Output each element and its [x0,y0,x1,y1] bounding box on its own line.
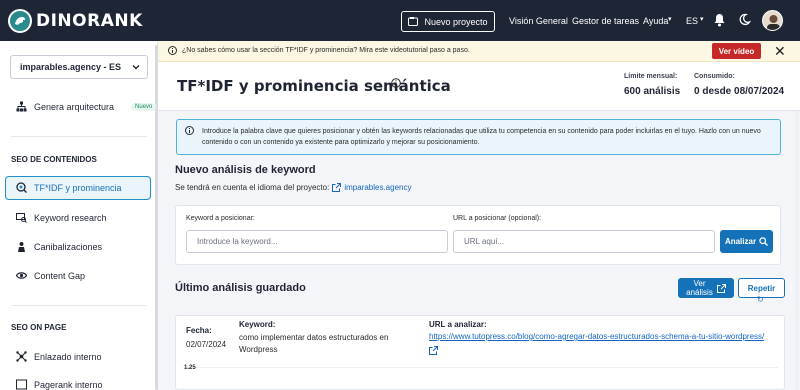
chart-tick-label: 1.25 [184,365,196,371]
url-result-label: URL a analizar: [429,320,487,329]
sidebar-item-label: Canibalizaciones [34,241,103,252]
usage-label: Consumido: [694,73,735,80]
usage-value: 0 desde 08/07/2024 [694,86,785,97]
external-link-icon [716,283,726,293]
limit-value: 600 análisis [624,86,681,97]
nav-ayuda[interactable]: Ayuda [643,16,668,26]
refresh-icon: ↻ [757,295,764,304]
nav-vision-general[interactable]: Visión General [509,16,568,26]
analyzed-url-link[interactable]: https://www.tutopress.co/blog/como-agreg… [429,332,764,341]
notification-bell-icon[interactable] [713,13,726,29]
sidebar-item-canibalizaciones[interactable]: Canibalizaciones [16,241,102,252]
pagerank-icon [16,379,27,390]
external-link-icon [332,183,342,192]
analyze-button[interactable]: Analizar [720,230,773,253]
new-analysis-heading: Nuevo análisis de keyword [175,164,316,176]
tutorial-banner: ¿No sabes cómo usar la sección TF*IDF y … [158,41,800,62]
new-project-button[interactable]: Nuevo proyecto [401,11,495,32]
network-icon [16,351,27,362]
sitemap-icon [16,101,27,112]
logo[interactable]: DINORANK [8,8,143,33]
info-alert: Introduce la palabra clave que quieres p… [176,119,781,155]
search-icon [759,237,769,246]
view-analysis-label-line1: Ver [693,279,706,288]
top-navbar: DINORANK [0,0,800,41]
sidebar-item-label: Genera arquitectura [34,101,115,112]
url-label: URL a posicionar (opcional): [453,215,542,222]
sidebar-divider [11,305,147,306]
page-title: TF*IDF y prominencia semántica [177,77,451,95]
tfidf-magnifier-icon [16,182,27,193]
keyword-result-value-line1: como implementar datos estructurados en [239,333,389,342]
sidebar-item-keyword-research[interactable]: Keyword research [16,212,107,223]
sidebar-item-label: Enlazado interno [34,351,102,362]
eye-icon [16,272,27,279]
ayuda-chevron-icon[interactable]: ▾ [668,15,672,23]
sidebar-item-genera-arquitectura[interactable]: Genera arquitectura Nuevo [16,101,157,112]
chart-gridline [183,367,778,368]
alert-text: Introduce la palabra clave que quieres p… [202,128,761,146]
main-scrollbar[interactable] [795,111,799,390]
dark-mode-moon-icon[interactable] [738,13,752,28]
user-avatar[interactable] [762,10,783,31]
keyword-result-value-line2: Wordpress [239,345,278,354]
sidebar-item-enlazado-interno[interactable]: Enlazado interno [16,351,102,362]
info-circle-icon [185,126,194,137]
new-project-label: Nuevo proyecto [424,16,488,27]
sidebar-item-label: Content Gap [34,270,86,281]
project-domain-link[interactable]: imparables.agency [344,183,411,192]
project-select[interactable]: imparables.agency - ES [10,55,148,79]
view-analysis-label: Ver análisis [686,279,713,297]
sidebar-item-content-gap[interactable]: Content Gap [16,270,85,281]
banner-text: ¿No sabes cómo usar la sección TF*IDF y … [182,47,470,54]
chevron-down-icon [131,62,141,74]
keyword-result-label: Keyword: [239,320,276,329]
sidebar-item-label: Pagerank interno [34,379,103,390]
last-analysis-heading: Último análisis guardado [175,282,306,294]
repeat-label: Repetir [747,283,776,293]
watch-video-button[interactable]: Ver vídeo [712,43,761,59]
sidebar-section-seo-contenidos: SEO DE CONTENIDOS [11,155,97,164]
info-circle-icon[interactable] [391,78,401,90]
language-select[interactable]: ES [686,16,698,26]
limit-label: Límite mensual: [624,73,678,80]
sidebar-item-tfidf[interactable]: TF*IDF y prominencia [16,182,122,193]
nav-gestor-tareas[interactable]: Gestor de tareas [572,16,639,26]
analyze-label: Analizar [724,237,757,246]
external-link-icon[interactable] [429,346,438,357]
keyword-input[interactable]: Introduce la keyword... [186,230,448,253]
view-analysis-button[interactable]: Ver análisis [678,278,734,298]
language-note: Se tendrá en cuenta el idioma del proyec… [175,183,411,192]
date-label: Fecha: [186,326,212,335]
sidebar-divider [11,136,147,137]
view-analysis-label-line2: análisis [686,288,713,297]
sidebar-item-label: TF*IDF y prominencia [34,182,122,193]
close-icon[interactable]: ✕ [774,44,786,58]
keyword-search-icon [16,213,27,223]
sidebar-section-seo-on-page: SEO ON PAGE [11,323,67,332]
sidebar-item-pagerank-interno[interactable]: Pagerank interno [16,379,103,390]
new-badge: Nuevo [131,102,157,111]
project-select-value: imparables.agency - ES [20,62,122,72]
date-value: 02/07/2024 [186,340,227,349]
language-note-text: Se tendrá en cuenta el idioma del proyec… [175,183,330,192]
info-circle-icon [168,46,177,57]
language-chevron-icon[interactable]: ▾ [700,15,704,23]
url-input[interactable]: URL aquí... [453,230,715,253]
cannibal-icon [18,242,25,252]
keyword-label: Keyword a posicionar: [186,215,255,222]
dinosaur-logo-icon [8,8,32,33]
folder-plus-icon [408,17,419,26]
sidebar-item-label: Keyword research [34,212,107,223]
logo-text: DINORANK [36,10,143,31]
